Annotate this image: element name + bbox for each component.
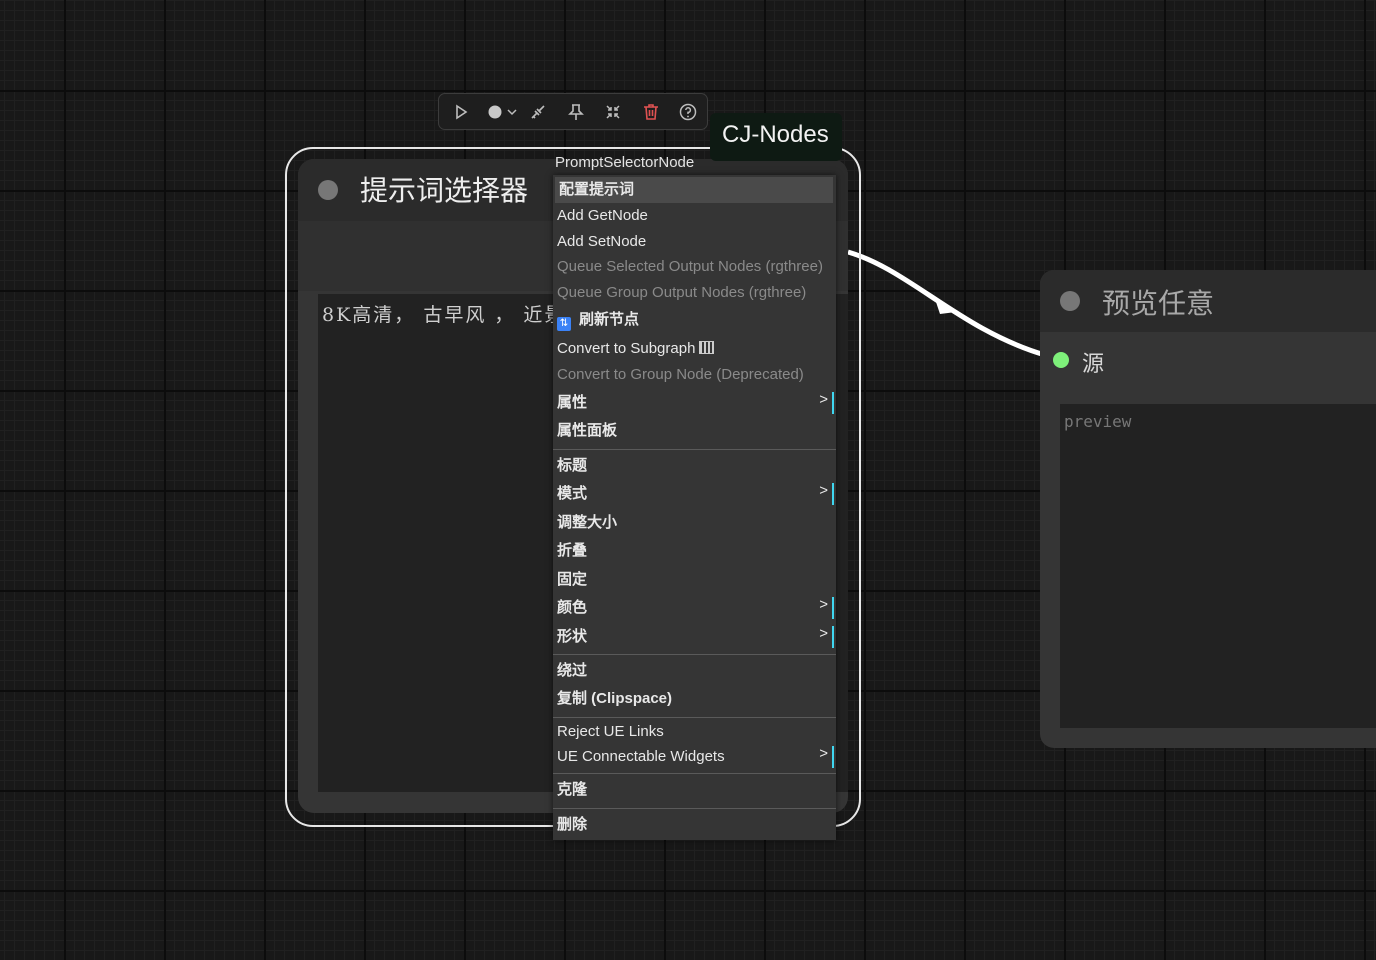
menu-item-add-setnode[interactable]: Add SetNode xyxy=(553,229,836,255)
menu-item-title[interactable]: 标题 xyxy=(553,453,836,479)
menu-item-properties[interactable]: 属性 > xyxy=(553,390,836,416)
node-header[interactable]: 预览任意 xyxy=(1040,270,1376,332)
context-menu: 配置提示词 Add GetNode Add SetNode Queue Sele… xyxy=(553,175,836,840)
menu-item-configure-prompts[interactable]: 配置提示词 xyxy=(555,177,833,203)
link-arrow-icon xyxy=(934,296,956,314)
menu-item-label: 刷新节点 xyxy=(579,311,640,328)
color-dot-icon[interactable] xyxy=(485,102,502,122)
badge-label: CJ-Nodes xyxy=(722,121,829,148)
submenu-arrow-icon: > xyxy=(819,625,828,642)
play-icon[interactable] xyxy=(451,102,471,122)
menu-item-label: UE Connectable Widgets xyxy=(557,748,725,765)
submenu-arrow-icon: > xyxy=(819,391,828,408)
chevron-down-icon[interactable] xyxy=(502,102,517,122)
menu-item-properties-panel[interactable]: 属性面板 xyxy=(553,418,836,444)
subgraph-icon xyxy=(699,341,715,354)
menu-item-copy-clipspace[interactable]: 复制 (Clipspace) xyxy=(553,686,836,712)
menu-item-shape[interactable]: 形状 > xyxy=(553,624,836,650)
menu-item-collapse[interactable]: 折叠 xyxy=(553,538,836,564)
menu-item-refresh-node[interactable]: ⇅ 刷新节点 xyxy=(553,307,836,333)
menu-item-queue-group[interactable]: Queue Group Output Nodes (rgthree) xyxy=(553,280,836,306)
menu-item-delete[interactable]: 删除 xyxy=(553,812,836,838)
node-title: 提示词选择器 xyxy=(360,174,529,207)
refresh-icon: ⇅ xyxy=(557,317,571,331)
menu-item-queue-selected[interactable]: Queue Selected Output Nodes (rgthree) xyxy=(553,254,836,280)
submenu-arrow-icon: > xyxy=(819,482,828,499)
menu-item-resize[interactable]: 调整大小 xyxy=(553,510,836,536)
node-toolbar xyxy=(438,93,708,130)
input-slot-label: 源 xyxy=(1082,352,1105,377)
menu-separator xyxy=(553,773,836,774)
preview-textarea[interactable]: preview xyxy=(1060,404,1376,728)
menu-item-reject-ue-links[interactable]: Reject UE Links xyxy=(553,719,836,745)
menu-item-bypass[interactable]: 绕过 xyxy=(553,658,836,684)
menu-item-ue-connectable-widgets[interactable]: UE Connectable Widgets > xyxy=(553,744,836,770)
menu-item-mode[interactable]: 模式 > xyxy=(553,481,836,507)
menu-item-color[interactable]: 颜色 > xyxy=(553,595,836,621)
context-menu-title: PromptSelectorNode xyxy=(555,154,695,171)
preview-any-node[interactable]: 预览任意 源 preview xyxy=(1040,270,1376,748)
input-slot-dot[interactable] xyxy=(1053,352,1069,368)
node-title: 预览任意 xyxy=(1102,287,1215,320)
menu-item-label: 模式 xyxy=(557,485,588,502)
submenu-arrow-icon: > xyxy=(819,596,828,613)
collapse-dot-icon[interactable] xyxy=(1060,291,1080,311)
menu-item-convert-group-node[interactable]: Convert to Group Node (Deprecated) xyxy=(553,362,836,388)
menu-item-clone[interactable]: 克隆 xyxy=(553,777,836,803)
menu-separator xyxy=(553,654,836,655)
menu-separator xyxy=(553,717,836,718)
help-icon[interactable] xyxy=(678,102,698,122)
menu-item-convert-subgraph[interactable]: Convert to Subgraph xyxy=(553,336,836,362)
menu-item-label: Convert to Subgraph xyxy=(557,340,696,357)
collapse-dot-icon[interactable] xyxy=(318,180,338,200)
menu-separator xyxy=(553,808,836,809)
submenu-arrow-icon: > xyxy=(819,745,828,762)
collapse-icon[interactable] xyxy=(603,102,623,122)
menu-separator xyxy=(553,449,836,450)
menu-item-label: 颜色 xyxy=(557,599,588,616)
menu-item-label: 形状 xyxy=(557,628,588,645)
pin-icon[interactable] xyxy=(566,102,586,122)
menu-item-pin[interactable]: 固定 xyxy=(553,567,836,593)
menu-item-add-getnode[interactable]: Add GetNode xyxy=(553,203,836,229)
menu-item-label: 属性 xyxy=(557,394,588,411)
trash-icon[interactable] xyxy=(641,102,661,122)
bypass-icon[interactable] xyxy=(528,102,548,122)
